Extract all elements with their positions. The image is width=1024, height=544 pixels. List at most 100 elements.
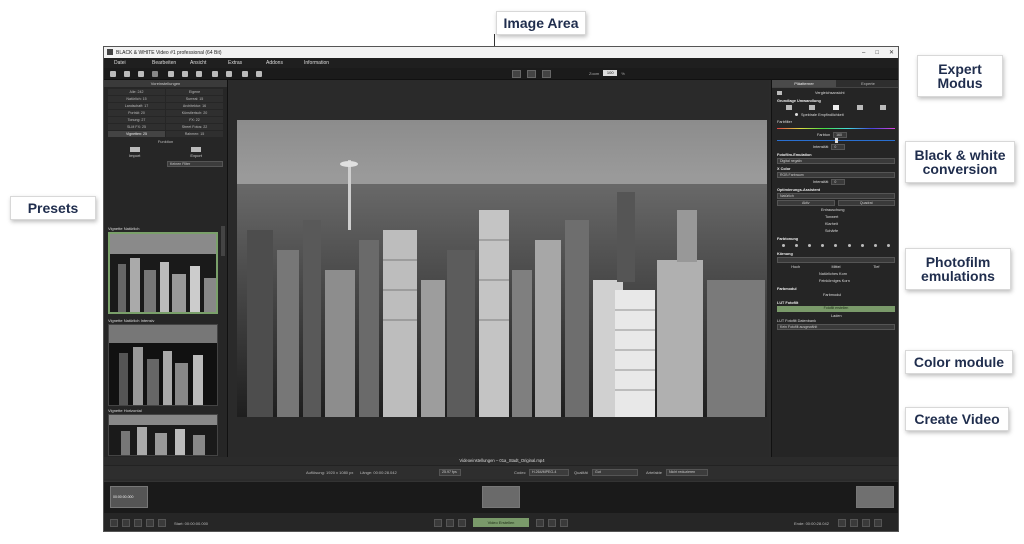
- link-icon[interactable]: [152, 71, 158, 77]
- play-icon[interactable]: [536, 519, 544, 527]
- category-vignetten[interactable]: Vignetten: 25: [108, 131, 165, 137]
- crop-icon[interactable]: [512, 70, 521, 78]
- quadrat-button[interactable]: Quadrat: [837, 199, 895, 206]
- info-icon[interactable]: [242, 71, 248, 77]
- before-icon[interactable]: [212, 71, 218, 77]
- after-icon[interactable]: [226, 71, 232, 77]
- option-schaerfe[interactable]: Schärfe: [825, 229, 838, 233]
- lut-db-select[interactable]: Kein Fotofilt ausgewählt: [777, 323, 895, 330]
- close-icon[interactable]: ✕: [889, 49, 894, 56]
- fps-select[interactable]: 25.97 fps: [439, 469, 461, 476]
- spektral-label[interactable]: Spektrale Empfindlichkeit: [801, 113, 844, 117]
- lut-load-button[interactable]: Laden: [831, 314, 842, 318]
- menu-information[interactable]: Information: [304, 60, 342, 66]
- category-portraet[interactable]: Porträt: 20: [108, 110, 165, 116]
- minimize-icon[interactable]: –: [862, 50, 865, 56]
- maximize-icon[interactable]: □: [875, 50, 879, 56]
- save-icon[interactable]: [138, 71, 144, 77]
- tone-dot-icon[interactable]: [808, 243, 812, 247]
- farbton-input[interactable]: 160: [833, 131, 848, 138]
- artefakte-select[interactable]: Nicht reduzieren: [666, 469, 708, 476]
- natuerlich-korn[interactable]: Natürliches Korn: [819, 272, 847, 276]
- category-architektur[interactable]: Architektur: 16: [166, 103, 223, 109]
- zoom-input[interactable]: 100: [603, 70, 618, 76]
- category-street[interactable]: Street Fotos: 22: [166, 124, 223, 130]
- category-kuenstlerisch[interactable]: Künstlerisch: 20: [166, 110, 223, 116]
- option-tonwert[interactable]: Tonwert: [825, 215, 838, 219]
- rewind-icon[interactable]: [134, 519, 142, 527]
- tone-dot-icon[interactable]: [847, 243, 851, 247]
- play-icon[interactable]: [146, 519, 154, 527]
- forward-icon[interactable]: [548, 519, 556, 527]
- presets-scrollbar[interactable]: [221, 226, 225, 256]
- menu-ansicht[interactable]: Ansicht: [190, 60, 228, 66]
- koernung-mittel[interactable]: Mittel: [817, 265, 854, 269]
- timeline-clip[interactable]: [856, 486, 894, 508]
- preset-item[interactable]: Vignette Natürlich: [108, 226, 218, 314]
- category-fx[interactable]: FX: 22: [166, 117, 223, 123]
- skip-end-icon[interactable]: [560, 519, 568, 527]
- rotate-icon[interactable]: [527, 70, 536, 78]
- feinkorn[interactable]: Feinkörniges Korn: [819, 279, 850, 283]
- forward-icon[interactable]: [862, 519, 870, 527]
- intensitaet-input[interactable]: 0: [831, 143, 846, 150]
- skip-start-icon[interactable]: [110, 519, 118, 527]
- koernung-hoch[interactable]: Hoch: [777, 265, 814, 269]
- skip-start-icon[interactable]: [434, 519, 442, 527]
- timeline-clip[interactable]: [482, 486, 520, 508]
- option-entrauschung[interactable]: Entrauschung: [821, 208, 844, 212]
- fotofilm-select[interactable]: Digital negativ: [777, 157, 895, 164]
- create-video-button[interactable]: Video Erstellen: [473, 518, 529, 527]
- aktiv-button[interactable]: Aktiv: [777, 199, 835, 206]
- quality-select[interactable]: Gut: [592, 469, 638, 476]
- conversion-mode-icon[interactable]: [856, 104, 863, 110]
- intensitaet-slider[interactable]: [777, 138, 895, 143]
- tone-dot-icon[interactable]: [860, 243, 864, 247]
- category-surreal[interactable]: Surreal: 15: [166, 96, 223, 102]
- tab-plaetterner[interactable]: Pläatterner: [772, 80, 836, 88]
- open-video-icon[interactable]: [168, 71, 174, 77]
- category-rahmen[interactable]: Rahmen: 15: [166, 131, 223, 137]
- preset-item[interactable]: Vignette Natürlich Intensiv: [108, 318, 218, 406]
- compare-label[interactable]: Vergleichsansicht: [815, 91, 845, 95]
- conversion-mode-icon[interactable]: [809, 104, 816, 110]
- open-icon[interactable]: [124, 71, 130, 77]
- radio-icon[interactable]: [795, 113, 798, 116]
- filter-select[interactable]: Keinen Filter: [167, 161, 223, 167]
- preset-thumbnail[interactable]: [108, 324, 218, 406]
- export-button[interactable]: Export: [190, 147, 202, 158]
- menu-datei[interactable]: Datei: [114, 60, 152, 66]
- category-natuerlich[interactable]: Natürlich: 15: [108, 96, 165, 102]
- tone-dot-icon[interactable]: [886, 243, 890, 247]
- conversion-mode-icon[interactable]: [880, 104, 887, 110]
- conversion-mode-icon[interactable]: [832, 104, 839, 110]
- menu-extras[interactable]: Extras: [228, 60, 266, 66]
- tab-experte[interactable]: Experte: [836, 80, 898, 88]
- koernung-tief[interactable]: Tief: [858, 265, 895, 269]
- prev-frame-icon[interactable]: [838, 519, 846, 527]
- category-slm-fx[interactable]: SLM FX: 25: [108, 124, 165, 130]
- new-project-icon[interactable]: [110, 71, 116, 77]
- intensitaet2-input[interactable]: 0: [831, 178, 846, 185]
- lut-create-button[interactable]: Fotofilt erstellen: [777, 305, 895, 312]
- prev-frame-icon[interactable]: [446, 519, 454, 527]
- menu-addons[interactable]: Addons: [266, 60, 304, 66]
- forward-icon[interactable]: [158, 519, 166, 527]
- tone-dot-icon[interactable]: [834, 243, 838, 247]
- rewind-icon[interactable]: [850, 519, 858, 527]
- export-icon[interactable]: [196, 71, 202, 77]
- timeline[interactable]: 00:00:00.000: [104, 481, 898, 513]
- preset-thumbnail[interactable]: [108, 232, 218, 314]
- tone-dot-icon[interactable]: [782, 243, 786, 247]
- import-button[interactable]: Import: [129, 147, 140, 158]
- tone-dot-icon[interactable]: [821, 243, 825, 247]
- skip-end-icon[interactable]: [874, 519, 882, 527]
- preset-thumbnail[interactable]: [108, 414, 218, 456]
- conversion-mode-icon[interactable]: [785, 104, 792, 110]
- xcolor-select[interactable]: RGB Farbraum: [777, 171, 895, 178]
- koernung-select[interactable]: [777, 256, 895, 263]
- category-eigene[interactable]: Eigene: [166, 89, 223, 95]
- farbmodul-button[interactable]: Farbmodul: [823, 293, 841, 297]
- option-klarheit[interactable]: Klarheit: [825, 222, 838, 226]
- category-landschaft[interactable]: Landschaft: 17: [108, 103, 165, 109]
